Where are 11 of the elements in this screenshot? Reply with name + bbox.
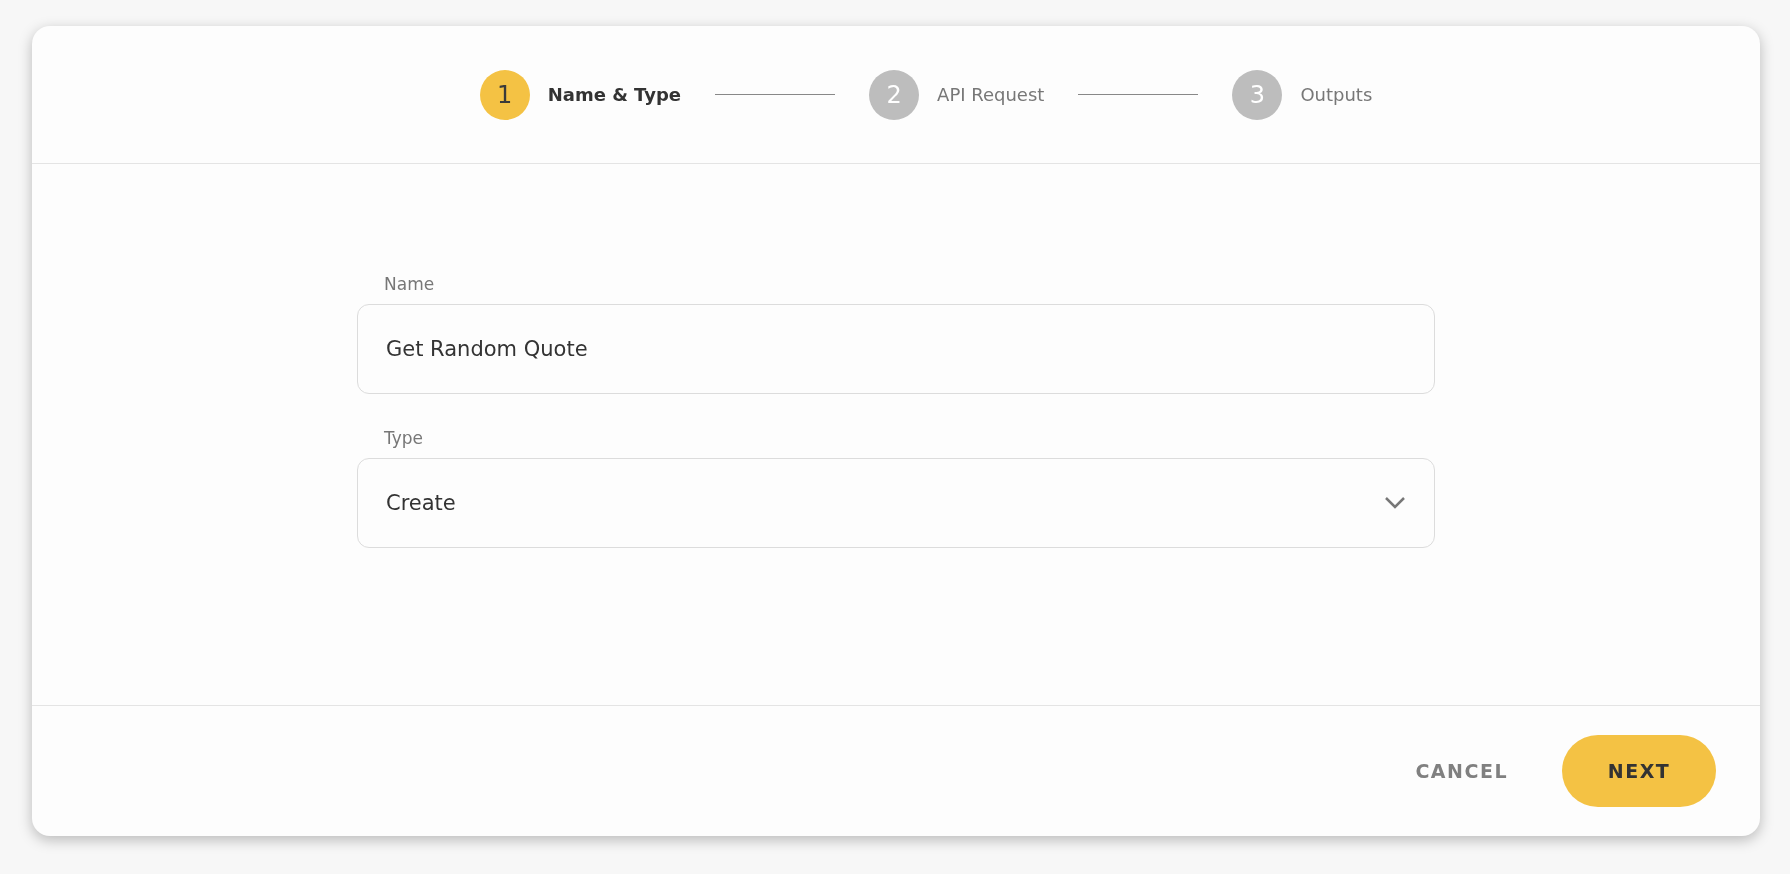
chevron-down-icon — [1384, 496, 1406, 510]
name-input-field[interactable]: Get Random Quote — [357, 304, 1435, 394]
cancel-button[interactable]: CANCEL — [1409, 759, 1514, 783]
next-button[interactable]: NEXT — [1562, 735, 1716, 807]
type-dropdown[interactable]: Create — [357, 458, 1435, 548]
step-number[interactable]: 1 — [479, 69, 530, 120]
step-label: Outputs — [1300, 84, 1373, 105]
step-label: API Request — [937, 84, 1045, 105]
field-label: Name — [383, 274, 436, 294]
field-label: Type — [383, 428, 425, 448]
step-label: Name & Type — [547, 84, 682, 105]
